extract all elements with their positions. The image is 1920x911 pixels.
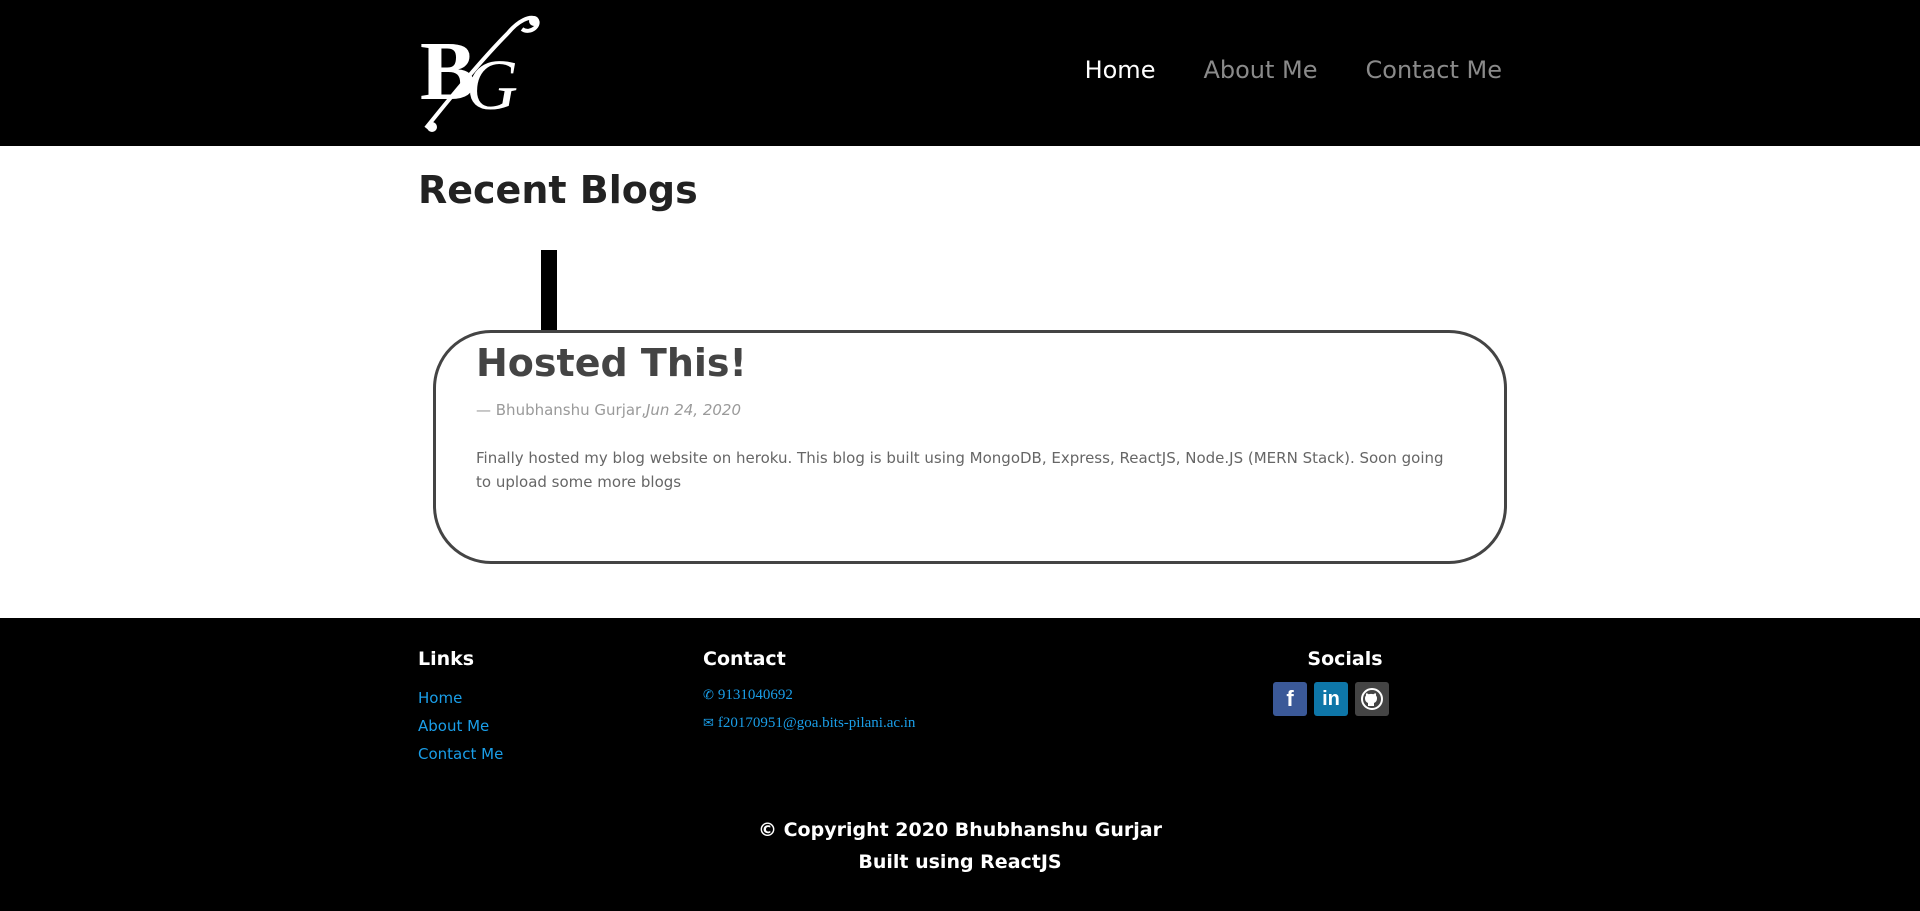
- footer-contact-title: Contact: [703, 648, 786, 670]
- nav-contact-link[interactable]: Contact Me: [1366, 55, 1502, 85]
- blog-meta: — Bhubhanshu Gurjar,Jun 24, 2020: [476, 401, 741, 419]
- main-nav: Home About Me Contact Me: [1085, 55, 1502, 85]
- phone-number: 9131040692: [717, 687, 793, 703]
- page-title: Recent Blogs: [418, 168, 698, 212]
- footer-link-about[interactable]: About Me: [418, 717, 489, 735]
- facebook-icon[interactable]: f: [1273, 682, 1307, 716]
- github-icon[interactable]: [1355, 682, 1389, 716]
- footer-link-home[interactable]: Home: [418, 689, 462, 707]
- blog-author: — Bhubhanshu Gurjar,: [476, 401, 646, 419]
- phone-link[interactable]: ✆ 9131040692: [703, 687, 793, 704]
- built-with-text: Built using ReactJS: [858, 851, 1062, 873]
- list-item: Contact Me: [418, 744, 503, 772]
- list-item: Home: [418, 688, 503, 716]
- github-mark: [1361, 688, 1383, 710]
- nav-home-link[interactable]: Home: [1085, 55, 1156, 85]
- social-icons: f in: [1273, 682, 1389, 716]
- email-address: f20170951@goa.bits-pilani.ac.in: [717, 715, 916, 731]
- envelope-icon: ✉: [703, 716, 714, 731]
- footer-links-list: Home About Me Contact Me: [418, 688, 503, 772]
- nav-about-link[interactable]: About Me: [1203, 55, 1317, 85]
- list-item: About Me: [418, 716, 503, 744]
- blog-card-tab: [541, 250, 557, 332]
- site-footer: Links Home About Me Contact Me Contact ✆…: [0, 618, 1920, 911]
- svg-text:G: G: [466, 45, 518, 125]
- linkedin-icon[interactable]: in: [1314, 682, 1348, 716]
- footer-link-contact[interactable]: Contact Me: [418, 745, 503, 763]
- copyright-text: © Copyright 2020 Bhubhanshu Gurjar: [758, 819, 1162, 841]
- blog-title[interactable]: Hosted This!: [476, 341, 747, 385]
- blog-excerpt: Finally hosted my blog website on heroku…: [476, 449, 1444, 491]
- email-link[interactable]: ✉ f20170951@goa.bits-pilani.ac.in: [703, 715, 915, 732]
- site-header: B G Home About Me Contact Me: [0, 0, 1920, 146]
- phone-icon: ✆: [703, 688, 714, 703]
- blog-date: Jun 24, 2020: [646, 401, 742, 419]
- main-content: Recent Blogs Hosted This! — Bhubhanshu G…: [0, 146, 1920, 618]
- footer-links-title: Links: [418, 648, 475, 670]
- footer-socials-title: Socials: [1307, 648, 1383, 670]
- blog-card[interactable]: Hosted This! — Bhubhanshu Gurjar,Jun 24,…: [433, 330, 1507, 564]
- copyright-block: © Copyright 2020 Bhubhanshu Gurjar Built…: [418, 814, 1502, 878]
- bg-logo[interactable]: B G: [418, 13, 558, 133]
